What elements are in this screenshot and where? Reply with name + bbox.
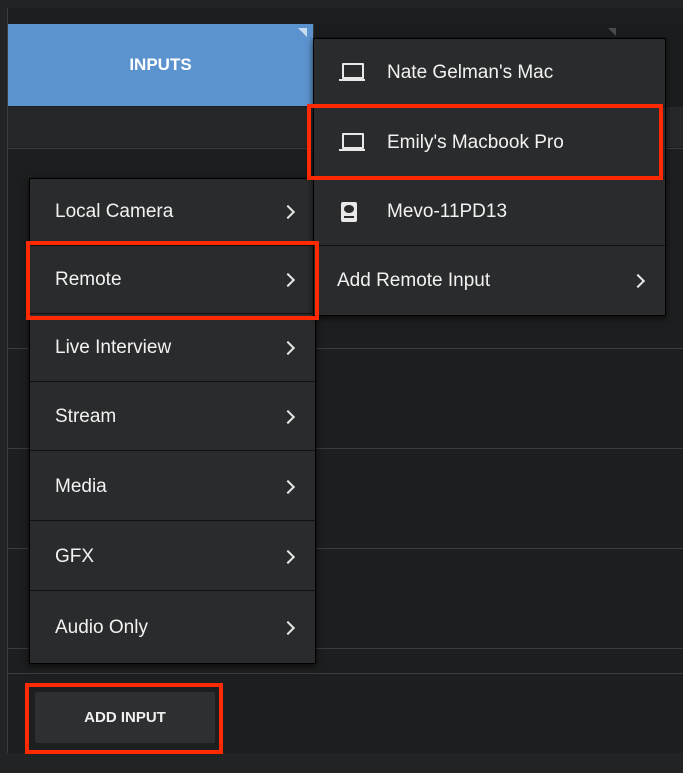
laptop-icon [339, 132, 365, 153]
menu-item-live-interview[interactable]: Live Interview [30, 315, 315, 382]
menu-item-gfx[interactable]: GFX [30, 524, 315, 591]
menu-item-label: Stream [55, 406, 117, 427]
app-window: INPUTS Local Camera Remote Live Intervie… [0, 0, 683, 773]
remote-source-item[interactable]: Mevo-11PD13 [314, 179, 665, 246]
menu-item-label: Audio Only [55, 616, 148, 638]
menu-item-label: Media [55, 476, 107, 497]
menu-item-label: Live Interview [55, 337, 172, 358]
menu-item-stream[interactable]: Stream [30, 384, 315, 451]
remote-source-label: Mevo-11PD13 [387, 201, 508, 222]
camera-icon [341, 202, 357, 222]
add-input-button[interactable]: ADD INPUT [35, 692, 215, 743]
menu-item-audio-only[interactable]: Audio Only [30, 593, 315, 662]
chevron-right-icon [280, 340, 296, 356]
menu-item-remote[interactable]: Remote [30, 247, 315, 314]
chevron-right-icon [280, 204, 296, 220]
row-divider [8, 673, 683, 674]
add-input-menu: Local Camera Remote Live Interview Strea… [29, 178, 316, 664]
remote-source-label: Emily's Macbook Pro [387, 131, 564, 153]
tab-inputs-label: INPUTS [129, 55, 192, 74]
chevron-right-icon [280, 479, 296, 495]
remote-source-item[interactable]: Nate Gelman's Mac [314, 39, 665, 107]
laptop-icon [339, 62, 365, 83]
tab-corner-icon [298, 28, 307, 37]
add-remote-input-label: Add Remote Input [337, 269, 491, 291]
add-remote-input-item[interactable]: Add Remote Input [314, 247, 665, 314]
menu-item-media[interactable]: Media [30, 454, 315, 521]
chevron-right-icon [280, 549, 296, 565]
chevron-right-icon [280, 272, 296, 288]
tab-inputs[interactable]: INPUTS [8, 24, 313, 106]
remote-submenu: Nate Gelman's Mac Emily's Macbook Pro Me… [313, 38, 666, 316]
remote-source-label: Nate Gelman's Mac [387, 61, 554, 83]
chevron-right-icon [280, 620, 296, 635]
menu-item-label: Remote [55, 269, 122, 290]
chevron-right-icon [280, 409, 296, 425]
add-input-label: ADD INPUT [84, 709, 166, 726]
menu-item-label: Local Camera [55, 201, 174, 222]
remote-source-item[interactable]: Emily's Macbook Pro [314, 108, 665, 178]
menu-item-local-camera[interactable]: Local Camera [30, 179, 315, 246]
chevron-right-icon [630, 273, 646, 288]
menu-item-label: GFX [55, 546, 95, 567]
tab-corner-icon [608, 28, 616, 36]
